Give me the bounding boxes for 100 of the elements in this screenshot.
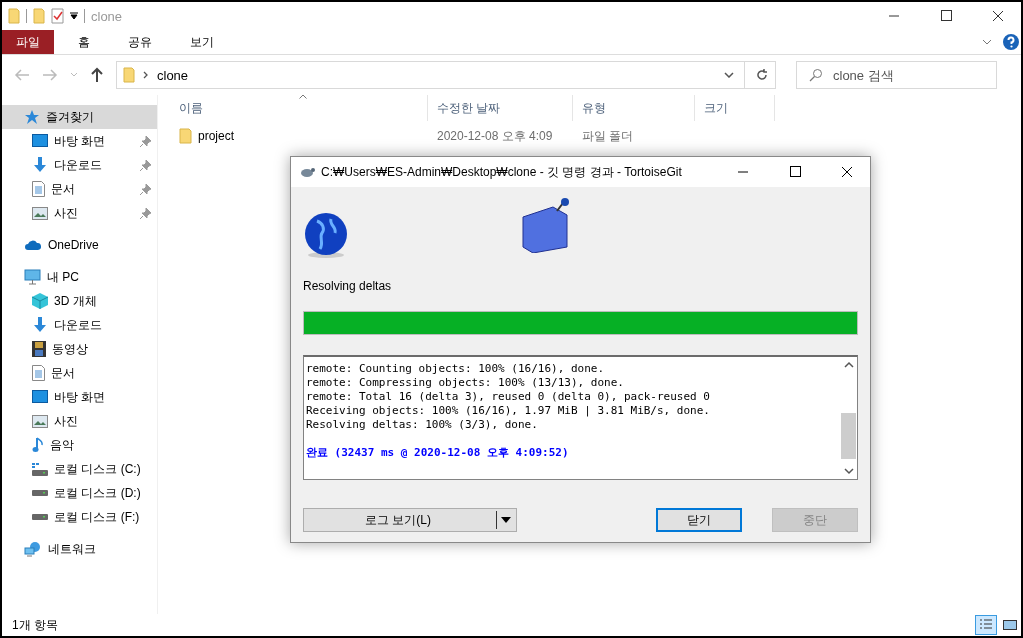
scrollbar-thumb[interactable] [841, 413, 856, 459]
sidebar-label: 사진 [54, 412, 79, 430]
sidebar-item[interactable]: OneDrive [2, 233, 157, 257]
sidebar-item[interactable]: 음악 [2, 433, 157, 457]
dropdown-icon[interactable] [724, 72, 734, 78]
drive-icon [32, 489, 48, 497]
document-icon [32, 365, 45, 381]
file-type: 파일 폴더 [581, 127, 635, 145]
log-line: 완료 (32437 ms @ 2020-12-08 오후 4:09:52) [306, 446, 569, 459]
sidebar-label: 바탕 화면 [54, 132, 107, 150]
search-icon [809, 68, 823, 82]
ribbon-tab[interactable]: 보기 [176, 30, 228, 54]
pin-icon[interactable] [140, 135, 151, 147]
drive-icon [32, 462, 48, 476]
sidebar-item[interactable]: 바탕 화면 [2, 385, 157, 409]
desktop-icon [32, 134, 48, 148]
button-label: 로그 보기(L) [364, 511, 432, 529]
down-arrow-icon [32, 317, 48, 333]
chevron-right-icon [143, 71, 149, 79]
scroll-down-icon[interactable] [843, 467, 854, 475]
search-field[interactable]: clone 검색 [796, 61, 997, 89]
column-header[interactable]: 수정한 날짜 [428, 95, 573, 121]
column-header[interactable]: 크기 [695, 95, 775, 121]
sidebar-item[interactable]: 로컬 디스크 (D:) [2, 481, 157, 505]
pin-icon[interactable] [140, 207, 151, 219]
sidebar-item[interactable]: 바탕 화면 [2, 129, 157, 153]
sidebar-label: 즐겨찾기 [46, 108, 94, 126]
sidebar-label: 사진 [54, 204, 79, 222]
window-title: clone [91, 8, 123, 24]
file-name[interactable]: project [198, 129, 235, 143]
sidebar-label: 로컬 디스크 (F:) [54, 508, 141, 526]
scroll-up-icon[interactable] [843, 361, 854, 369]
sidebar-label: 음악 [50, 436, 75, 454]
up-arrow-icon[interactable] [90, 67, 104, 83]
column-header[interactable]: 유형 [573, 95, 695, 121]
picture-icon [32, 206, 48, 220]
sidebar-item[interactable]: 네트워크 [2, 537, 157, 561]
ribbon-tab[interactable]: 파일 [2, 30, 54, 54]
sidebar-label: 다운로드 [54, 156, 103, 174]
picture-icon [32, 414, 48, 428]
column-header[interactable]: 이름 [170, 95, 428, 121]
address-bar[interactable]: clone [116, 61, 776, 89]
sort-caret-icon [299, 94, 307, 99]
address-path: clone [157, 67, 189, 83]
sidebar-item[interactable]: 사진 [2, 201, 157, 225]
sidebar-item[interactable]: 로컬 디스크 (C:) [2, 457, 157, 481]
sidebar-item[interactable]: 문서 [2, 361, 157, 385]
sidebar-item[interactable]: 사진 [2, 409, 157, 433]
dropdown-icon[interactable] [70, 12, 78, 20]
sidebar-item[interactable]: 로컬 디스크 (F:) [2, 505, 157, 529]
star-icon [24, 109, 40, 125]
back-arrow-icon[interactable] [14, 68, 30, 82]
dialog-title: C:₩Users₩ES-Admin₩Desktop₩clone - 깃 명령 경과 - TortoiseGit [321, 163, 682, 181]
drive-icon [32, 513, 48, 521]
document-icon [32, 181, 45, 197]
checklist-icon[interactable] [51, 8, 64, 24]
log-line: Receiving objects: 100% (16/16), 1.97 MiB | 3.81 MiB/s, done. [306, 404, 710, 417]
forward-arrow-icon[interactable] [42, 68, 58, 82]
refresh-icon[interactable] [755, 68, 769, 82]
ribbon-tab[interactable]: 공유 [114, 30, 166, 54]
sidebar-item[interactable]: 다운로드 [2, 153, 157, 177]
pin-icon[interactable] [140, 183, 151, 195]
desktop-icon [32, 390, 48, 404]
sidebar-item[interactable]: 다운로드 [2, 313, 157, 337]
modified-date: 2020-12-08 오후 4:09 [436, 127, 554, 145]
sidebar-label: 내 PC [47, 268, 79, 286]
sidebar-label: OneDrive [48, 238, 99, 252]
sidebar-label: 다운로드 [54, 316, 103, 334]
sidebar-item[interactable]: 문서 [2, 177, 157, 201]
sidebar-label: 네트워크 [48, 540, 96, 558]
caret-icon[interactable] [501, 517, 511, 523]
sidebar-item[interactable]: 동영상 [2, 337, 157, 361]
pin-icon[interactable] [140, 159, 151, 171]
sidebar-label: 문서 [51, 364, 76, 382]
sidebar-item[interactable]: 내 PC [2, 265, 157, 289]
log-button[interactable]: 로그 보기(L) [303, 508, 517, 532]
down-arrow-icon [32, 157, 48, 173]
item-count: 1개 항목 [12, 616, 58, 634]
sidebar-label: 문서 [51, 180, 76, 198]
sidebar-item[interactable]: 3D 개체 [2, 289, 157, 313]
network-icon [24, 541, 42, 557]
cloud-icon [24, 239, 42, 251]
chevron-icon[interactable] [981, 38, 993, 46]
help-icon[interactable] [1003, 34, 1019, 50]
sidebar-item[interactable]: 즐겨찾기 [2, 105, 157, 129]
globe-icon [303, 211, 349, 259]
sidebar-label: 로컬 디스크 (C:) [54, 460, 142, 478]
sidebar-label: 동영상 [52, 340, 89, 358]
ribbon-tab[interactable]: 홈 [64, 30, 104, 54]
cube-icon [32, 293, 48, 309]
status-text: Resolving deltas [303, 279, 393, 295]
log-line: Resolving deltas: 100% (3/3), done. [306, 418, 538, 431]
log-line: remote: Compressing objects: 100% (13/13), done. [306, 376, 624, 389]
close-button[interactable]: 닫기 [656, 508, 742, 532]
log-line: remote: Total 16 (delta 3), reused 0 (delta 0), pack-reused 0 [306, 390, 710, 403]
sidebar-label: 3D 개체 [54, 292, 98, 310]
sidebar-label: 바탕 화면 [54, 388, 107, 406]
search-input[interactable]: clone 검색 [833, 67, 983, 83]
monitor-icon [24, 269, 41, 285]
log-line: remote: Counting objects: 100% (16/16), done. [306, 362, 604, 375]
